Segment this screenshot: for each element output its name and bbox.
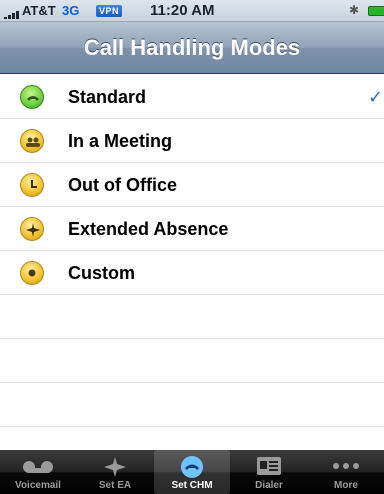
network-type: 3G [62,3,80,18]
mode-label: Standard [68,87,147,107]
tab-label: Set EA [98,480,132,491]
dot-icon [20,261,44,285]
mode-row-custom[interactable]: Custom [0,251,384,295]
carrier-name: AT&T [22,3,56,18]
tab-label: Voicemail [15,480,61,491]
mode-row-in-a-meeting[interactable]: In a Meeting [0,119,384,163]
phone-icon [20,85,44,109]
status-bar: AT&T 3G VPN 11:20 AM ✱ [0,0,384,22]
navigation-bar: Call Handling Modes [0,22,384,74]
contact-card-icon [254,455,284,482]
people-icon [20,129,44,153]
mode-label: Out of Office [68,175,177,195]
checkmark-icon: ✓ [368,87,384,107]
mode-list: Standard ✓ In a Meeting Out of Office Ex… [0,75,384,450]
mode-label: Extended Absence [68,219,229,239]
voicemail-icon [16,455,60,482]
status-time: 11:20 AM [150,2,215,19]
tab-dialer[interactable]: Dialer [231,450,307,494]
airplane-icon [20,217,44,241]
tab-set-chm[interactable]: Set CHM [154,450,230,494]
empty-row [0,295,384,339]
page-title: Call Handling Modes [83,35,301,60]
tab-bar: Voicemail Set EA Set CHM Dialer More [0,450,384,494]
signal-strength-icon [4,11,22,19]
mode-row-extended-absence[interactable]: Extended Absence [0,207,384,251]
tab-voicemail[interactable]: Voicemail [0,450,76,494]
tab-label: More [334,480,358,491]
vpn-badge: VPN [96,5,123,17]
bluetooth-icon: ✱ [349,3,360,17]
tab-more[interactable]: More [308,450,384,494]
tab-label: Set CHM [171,480,213,491]
empty-row [0,339,384,383]
mode-label: In a Meeting [68,131,173,151]
empty-row [0,383,384,427]
tab-label: Dialer [255,480,283,491]
mode-label: Custom [68,263,135,283]
battery-icon [368,6,384,16]
clock-icon [20,173,44,197]
mode-row-standard[interactable]: Standard ✓ [0,75,384,119]
mode-row-out-of-office[interactable]: Out of Office [0,163,384,207]
more-icon [328,455,364,482]
tab-set-ea[interactable]: Set EA [77,450,153,494]
